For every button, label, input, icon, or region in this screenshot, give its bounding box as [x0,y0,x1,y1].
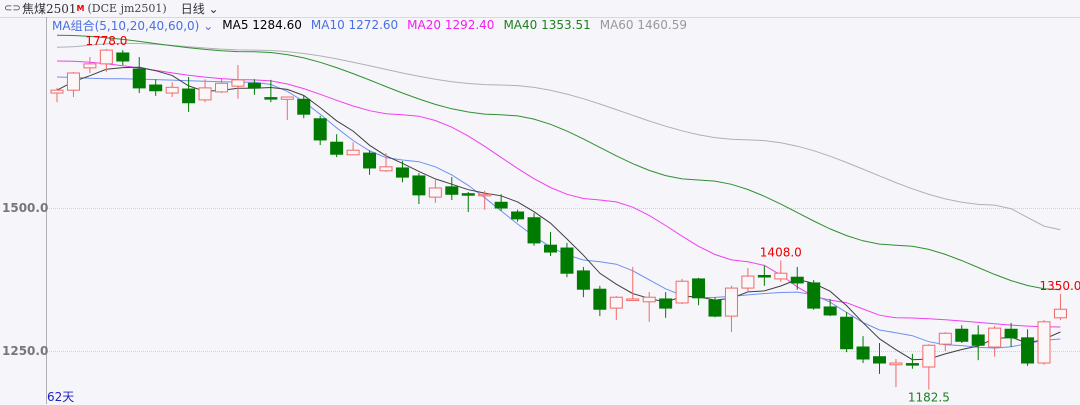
last-high-annotation: 1350.0 [1039,279,1080,293]
ma60-line [56,42,1061,231]
candle-up [478,193,492,197]
high-annotation: 1778.0 [85,34,127,48]
candle-down [363,152,377,169]
candle-up [609,296,623,309]
candle-down [297,98,311,115]
candlestick-chart[interactable]: 1778.0 1408.0 1350.0 1182.5 [0,0,1080,404]
candle-up [675,280,689,304]
candle-down [955,328,969,342]
candle-down [511,211,525,220]
candle-down [560,247,574,274]
candle-down [313,118,327,141]
candle-up [741,275,755,289]
candle-down [149,84,163,92]
candle-down [790,276,804,284]
candle-down [527,217,541,244]
candle-up [938,332,952,345]
candle-up [66,72,80,91]
candle-up [231,79,245,87]
candle-down [1021,337,1035,364]
candle-up [346,149,360,156]
candle-down [708,299,722,317]
candle-down [395,167,409,178]
candle-up [1037,321,1051,364]
candle-up [642,296,656,303]
candle-down [182,88,196,104]
candle-down [116,52,130,62]
candle-down [461,193,475,196]
candle-down [856,346,870,360]
candle-down [544,244,557,253]
candle-up [1053,308,1067,319]
candle-down [823,306,837,316]
candle-down [445,186,459,195]
candle-down [807,282,821,309]
candle-down [576,270,590,290]
candle-up [626,298,640,301]
candle-down [330,141,344,155]
candle-up [889,362,903,366]
candle-up [988,327,1002,348]
candle-down [1004,328,1018,339]
candle-down [264,97,278,100]
candle-down [840,316,854,350]
candle-up [215,82,228,93]
candle-up [280,96,294,100]
candle-up [922,344,936,368]
candle-up [379,166,393,172]
candle-down [593,288,607,310]
ma10-line [56,76,1061,349]
candle-up [198,87,212,101]
candle-down [692,278,706,299]
candle-up [165,86,179,94]
candle-down [873,356,886,364]
high2-annotation: 1408.0 [760,246,802,260]
candle-up [724,287,738,317]
candle-down [659,298,673,309]
candle-down [494,201,508,209]
candle-down [905,363,919,366]
candle-down [971,334,985,346]
ma5-line [56,66,1061,361]
candle-up [774,272,788,280]
candle-up [83,63,97,69]
candle-down [132,68,146,89]
candle-down [757,274,771,278]
ma40-line [56,34,1061,291]
candle-down [412,175,426,196]
ma20-line [56,60,1061,328]
candle-up [50,89,64,94]
candle-up [99,49,113,65]
low-annotation: 1182.5 [908,391,950,404]
candle-down [247,82,261,89]
candle-up [428,187,442,198]
